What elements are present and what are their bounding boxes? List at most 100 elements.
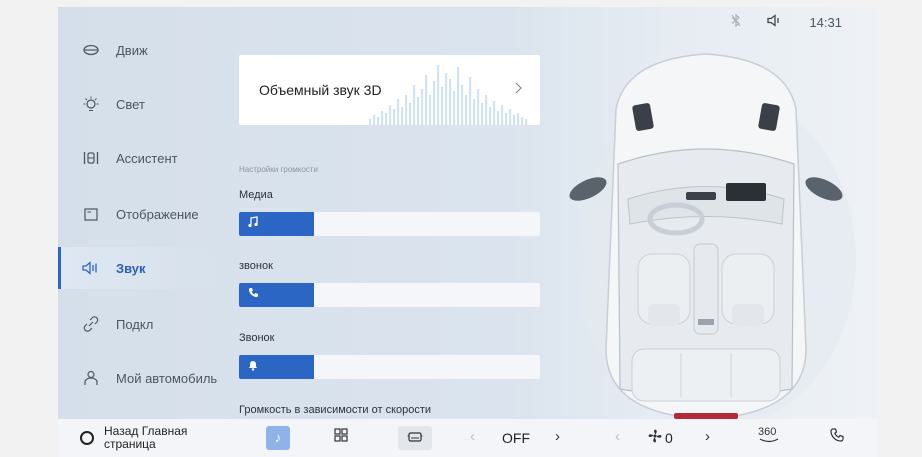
- clock: 14:31: [809, 14, 842, 30]
- media-volume-slider[interactable]: [239, 212, 540, 236]
- sidebar-item-label: Мой автомобиль: [116, 370, 218, 386]
- wave-bar: [513, 115, 516, 125]
- wave-bar: [385, 113, 388, 125]
- wave-bar: [377, 117, 380, 125]
- wave-bar: [449, 79, 452, 125]
- media-volume-label: Медиа: [239, 189, 273, 201]
- view-360-button[interactable]: 360: [758, 427, 780, 444]
- volume-section-title: Настройки громкости: [239, 165, 318, 174]
- volume-icon[interactable]: [767, 14, 783, 30]
- fan-mode-value: OFF: [502, 430, 530, 446]
- sidebar-item-label: Отображение: [116, 206, 199, 222]
- assistant-icon: [80, 150, 102, 166]
- wave-bar: [369, 119, 372, 125]
- sidebar-item-label: Движ: [116, 42, 148, 58]
- wave-bar: [441, 87, 444, 125]
- display-icon: [80, 207, 102, 221]
- wave-bar: [393, 109, 396, 125]
- wave-bar: [525, 119, 528, 125]
- music-note-icon: [248, 216, 258, 231]
- sidebar-item-label: Ассистент: [116, 150, 178, 166]
- call-volume-slider[interactable]: [239, 355, 540, 379]
- music-note-icon: ♪: [274, 430, 282, 445]
- person-icon: [80, 370, 102, 386]
- chevron-right-icon: [514, 82, 522, 97]
- wave-bar: [473, 99, 476, 125]
- wave-bar: [501, 105, 504, 125]
- bottom-dock: Назад Главная страница ♪ ‹ OFF › ‹ 0 › 3…: [58, 419, 878, 457]
- ring-volume-slider[interactable]: [239, 283, 540, 307]
- car-interior-icon: [407, 432, 423, 442]
- apps-grid-icon[interactable]: [334, 428, 348, 446]
- home-back-label: Назад Главная страница: [104, 424, 188, 451]
- wave-bar: [465, 95, 468, 125]
- wave-bar: [469, 77, 472, 125]
- car-settings-screen: 14:31 Движ Свет Ассистент Отображение Зв…: [58, 7, 878, 457]
- sidebar-item-my-car[interactable]: Мой автомобиль: [58, 357, 218, 399]
- wave-bar: [389, 105, 392, 125]
- wave-bar: [521, 117, 524, 125]
- fan-speed-next-icon[interactable]: ›: [705, 428, 710, 445]
- wave-bar: [477, 89, 480, 125]
- wave-bar: [485, 95, 488, 125]
- fan-speed-value: 0: [665, 430, 673, 446]
- home-back-button[interactable]: Назад Главная страница: [80, 425, 204, 451]
- phone-call-icon[interactable]: [830, 428, 844, 446]
- wave-bar: [481, 103, 484, 125]
- bell-icon: [248, 359, 258, 374]
- wave-bar: [433, 81, 436, 125]
- sidebar-item-display[interactable]: Отображение: [58, 193, 218, 235]
- fan-speed-prev-icon[interactable]: ‹: [615, 428, 620, 445]
- sidebar-item-label: Звук: [116, 260, 146, 276]
- surround-3d-label: Объемный звук 3D: [259, 82, 382, 98]
- music-button[interactable]: ♪: [266, 426, 290, 450]
- sidebar-item-drive[interactable]: Движ: [58, 29, 218, 71]
- speaker-icon: [80, 261, 102, 275]
- wave-bar: [505, 113, 508, 125]
- bluetooth-icon: [731, 13, 741, 30]
- light-bulb-icon: [80, 96, 102, 112]
- wave-bar: [517, 113, 520, 125]
- status-bar: 14:31: [731, 7, 878, 37]
- wave-bar: [409, 103, 412, 125]
- wave-bar: [461, 85, 464, 125]
- wave-bar: [445, 73, 448, 125]
- sidebar-item-light[interactable]: Свет: [58, 83, 218, 125]
- wave-bar: [373, 115, 376, 125]
- fan-mode-prev-icon[interactable]: ‹: [470, 428, 475, 445]
- call-volume-label: Звонок: [239, 332, 275, 344]
- wave-bar: [437, 65, 440, 125]
- wave-bar: [457, 67, 460, 125]
- wave-bar: [509, 109, 512, 125]
- car-seat-button[interactable]: [398, 426, 432, 450]
- wave-bar: [497, 111, 500, 125]
- car-top-view-image: [569, 53, 856, 419]
- wave-bar: [489, 107, 492, 125]
- fan-mode-next-icon[interactable]: ›: [555, 428, 560, 445]
- sidebar-item-connect[interactable]: Подкл: [58, 303, 218, 345]
- steering-icon: [80, 44, 102, 56]
- wave-bar: [405, 95, 408, 125]
- sidebar-item-label: Свет: [116, 96, 145, 112]
- view-360-label: 360: [758, 426, 777, 438]
- rotate-arrow-icon: [759, 438, 779, 443]
- wave-bar: [421, 89, 424, 125]
- wave-bar: [425, 75, 428, 125]
- sidebar-item-label: Подкл: [116, 316, 154, 332]
- wave-bar: [401, 107, 404, 125]
- surround-3d-card[interactable]: Объемный звук 3D: [239, 55, 540, 125]
- fan-icon: [648, 429, 662, 447]
- wave-bar: [453, 91, 456, 125]
- link-icon: [80, 316, 102, 332]
- wave-bar: [397, 99, 400, 125]
- phone-icon: [248, 287, 259, 301]
- home-circle-icon: [80, 431, 94, 445]
- wave-bar: [429, 95, 432, 125]
- wave-bar: [417, 97, 420, 125]
- sidebar-item-assistant[interactable]: Ассистент: [58, 137, 218, 179]
- sidebar-item-sound[interactable]: Звук: [58, 247, 218, 289]
- ring-volume-label: звонок: [239, 260, 273, 272]
- wave-bar: [413, 85, 416, 125]
- wave-bar: [381, 111, 384, 125]
- speed-volume-label: Громкость в зависимости от скорости: [239, 404, 432, 416]
